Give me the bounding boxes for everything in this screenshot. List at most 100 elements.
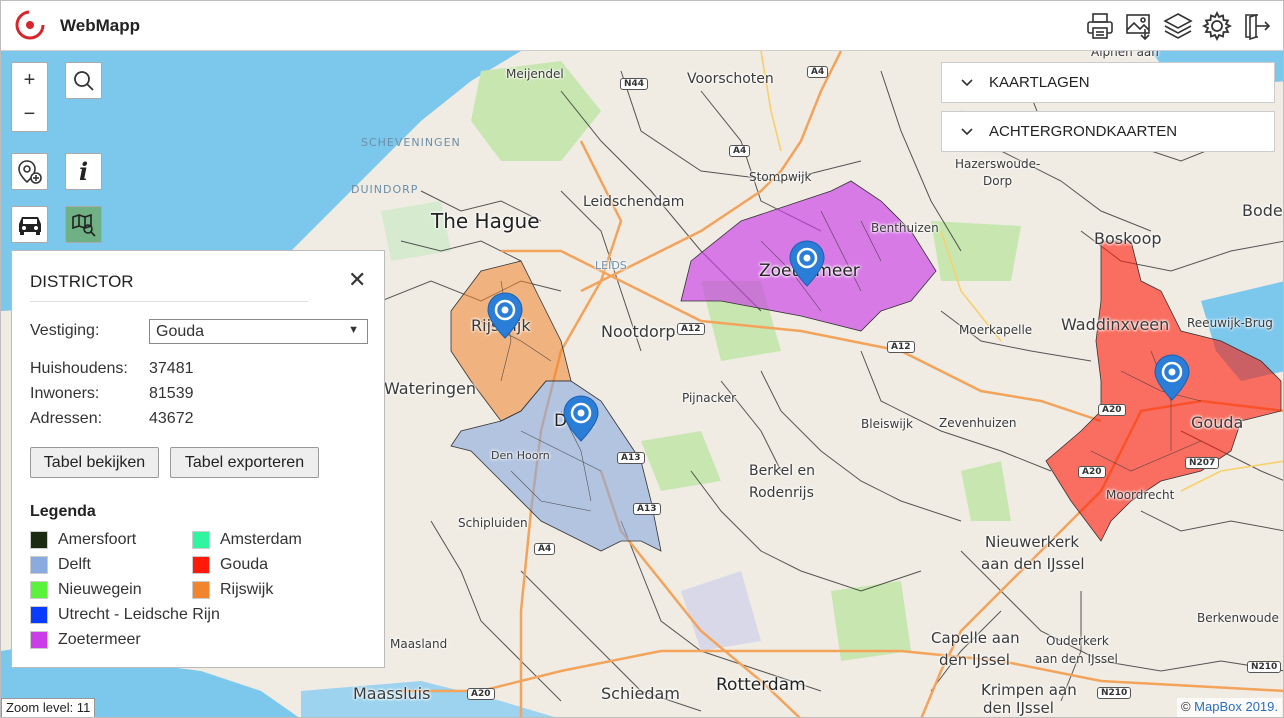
map-label: Rodenrijs [749,485,814,501]
map-label: den IJssel [983,699,1054,717]
car-icon [18,216,41,235]
info-icon: i [78,157,89,186]
image-export-button[interactable] [1122,9,1156,43]
districtor-button[interactable] [65,206,102,243]
road-shield: A4 [807,66,829,78]
vestiging-label: Vestiging: [30,322,100,339]
stat-label: Huishoudens: [30,360,128,377]
map-label: Moordrecht [1106,488,1175,502]
stat-label: Adressen: [30,410,103,427]
legend-label: Delft [58,556,91,573]
legend-item: Delft [30,556,91,574]
legend-swatch [30,556,48,574]
map-label: Leidschendam [583,194,685,210]
close-button[interactable]: ✕ [348,267,366,293]
map-label: Voorschoten [687,71,774,87]
map-label: Schipluiden [458,516,528,530]
road-shield: A4 [534,543,556,555]
legend-item: Utrecht - Leidsche Rijn [30,606,220,624]
legend-item: Nieuwegein [30,581,142,599]
legend-label: Nieuwegein [58,581,142,598]
attribution-prefix: © [1180,699,1195,714]
map-label: Alphen aan [1091,51,1159,59]
map-label: The Hague [431,209,540,233]
webmapp-logo-icon [15,10,45,40]
legend-item: Amsterdam [192,531,302,549]
map-label: Nootdorp [601,322,676,341]
logout-button[interactable] [1239,9,1273,43]
map-label: Zevenhuizen [939,416,1017,430]
stat-label: Inwoners: [30,385,100,402]
legend-item: Zoetermeer [30,631,141,649]
map-label: Dorp [983,174,1013,188]
map-label: Boskoop [1094,229,1162,248]
map-label: Berkel en [749,463,816,479]
vestiging-value: Gouda [156,322,205,340]
panel-title: DISTRICTOR [30,272,134,291]
add-location-button[interactable] [11,153,48,190]
legend-swatch [192,556,210,574]
map-label: aan den IJssel [1035,652,1118,666]
basemaps-panel-label: ACHTERGRONDKAARTEN [989,123,1178,140]
map-label: Ouderkerk [1046,634,1109,648]
stat-value: 37481 [149,360,194,377]
search-icon [73,70,94,91]
zoom-out-button[interactable]: − [12,97,47,131]
road-shield: N210 [1097,687,1132,699]
attribution: © MapBox 2019. [1176,698,1282,717]
map-label: Pijnacker [682,391,737,405]
settings-button[interactable] [1200,9,1234,43]
search-button[interactable] [65,62,102,99]
layers-panel-toggle[interactable]: KAARTLAGEN [941,62,1275,103]
info-button[interactable]: i [65,153,102,190]
legend-item: Rijswijk [192,581,273,599]
road-shield: A20 [1098,404,1126,416]
top-bar: WebMapp [1,1,1283,51]
zoom-in-button[interactable]: + [12,63,47,97]
road-shield: A20 [1078,466,1106,478]
route-button[interactable] [11,206,48,243]
map-label: Den Hoorn [491,449,550,462]
location-marker-zoetermeer[interactable] [788,239,826,289]
dropdown-arrow-icon: ▼ [348,324,359,336]
print-icon [1087,13,1113,39]
map-label: Berkenwoude [1197,611,1279,625]
legend-title: Legenda [30,503,96,520]
road-shield: A13 [633,503,661,515]
export-table-button[interactable]: Tabel exporteren [170,447,319,478]
app-window: WebMapp SCHEVENINGEN DUINDORP Meijendel … [0,0,1284,718]
location-marker-delft[interactable] [562,394,600,444]
location-marker-rijswijk[interactable] [486,291,524,341]
map-label: Hazerswoude- [955,157,1041,171]
basemaps-panel-toggle[interactable]: ACHTERGRONDKAARTEN [941,111,1275,152]
map-label: Krimpen aan [981,681,1077,699]
layers-button[interactable] [1161,9,1195,43]
zoom-level-readout: Zoom level: 11 [1,698,96,717]
map-label: aan den IJssel [981,555,1085,573]
view-table-button[interactable]: Tabel bekijken [30,447,159,478]
legend-label: Zoetermeer [58,631,141,648]
map-label: Schiedam [601,684,680,703]
attribution-link[interactable]: MapBox 2019. [1194,699,1278,714]
legend-item: Amersfoort [30,531,136,549]
map-search-icon [71,213,96,237]
map-label: Benthuizen [871,221,939,235]
legend-item: Gouda [192,556,268,574]
legend-swatch [192,531,210,549]
divider [30,301,308,302]
road-shield: N44 [620,78,649,90]
map-label: Maasland [390,637,448,651]
map-label: den IJssel [939,651,1010,669]
legend-swatch [30,606,48,624]
districtor-panel: DISTRICTOR ✕ Vestiging: Gouda ▼ Huishoud… [11,250,385,668]
legend-swatch [30,631,48,649]
legend-label: Rijswijk [220,581,274,598]
map-label: Rotterdam [716,675,806,695]
zoom-control: + − [11,62,48,132]
vestiging-select[interactable]: Gouda ▼ [149,319,368,344]
settings-icon [1202,11,1232,41]
road-shield: A20 [467,688,495,700]
location-marker-gouda[interactable] [1153,353,1191,403]
legend-label: Amersfoort [58,531,137,548]
print-button[interactable] [1083,9,1117,43]
